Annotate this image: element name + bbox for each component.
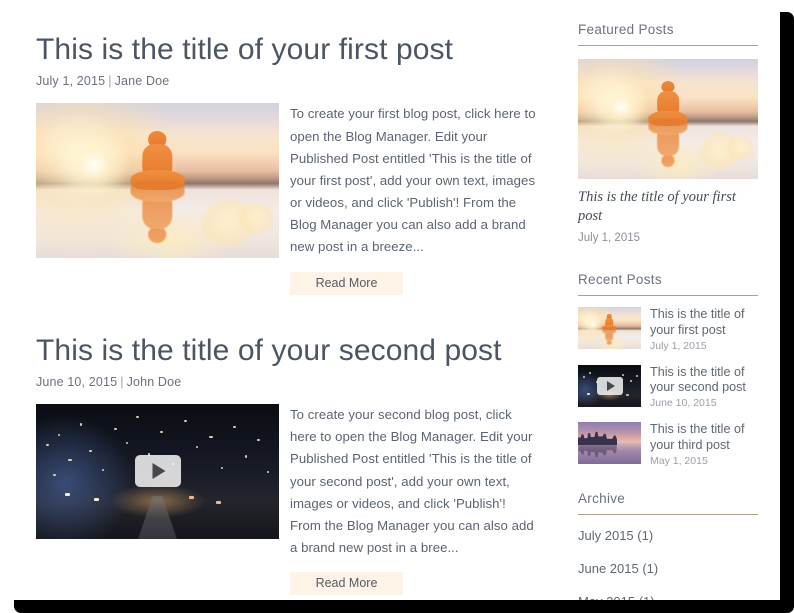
bokeh-light-small (727, 135, 755, 160)
archive-item-july[interactable]: July 2015 (1) (578, 519, 758, 552)
recent-post-title[interactable]: This is the title of your first post (650, 307, 758, 339)
post-author: Jane Doe (114, 74, 170, 89)
post-meta: June 10, 2015 | John Doe (36, 375, 536, 389)
figure-legs-reflection (648, 119, 688, 136)
post-cover-image[interactable] (36, 103, 279, 259)
widget-title: Recent Posts (578, 271, 662, 287)
featured-post-thumbnail[interactable] (578, 59, 758, 179)
widget-divider (578, 514, 758, 515)
night-city-traffic-thumb (578, 364, 641, 407)
recent-post-item[interactable]: This is the title of your third post May… (578, 422, 758, 467)
archive-widget: Archive July 2015 (1) June 2015 (1) May … (578, 491, 758, 600)
archive-item-june[interactable]: June 2015 (1) (578, 552, 758, 585)
frame-shadow-right (780, 12, 794, 613)
widget-title: Archive (578, 491, 626, 506)
featured-posts-widget: Featured Posts This is the title of your… (578, 22, 758, 244)
post-title[interactable]: This is the title of your first post (36, 32, 536, 67)
post-body: To create your first blog post, click he… (36, 103, 536, 295)
recent-post-date: May 1, 2015 (650, 455, 708, 467)
post-cover-video[interactable] (36, 403, 279, 539)
featured-post-title[interactable]: This is the title of your first post (578, 188, 758, 227)
post-title[interactable]: This is the title of your second post (36, 333, 536, 368)
meditating-figure-reflection (130, 180, 185, 243)
blog-post-2: This is the title of your second post Ju… (36, 333, 536, 596)
blog-post-1: This is the title of your first post Jul… (36, 0, 536, 295)
archive-list: July 2015 (1) June 2015 (1) May 2015 (1) (578, 519, 758, 600)
sun-glow (50, 137, 139, 194)
meta-separator: | (120, 374, 124, 389)
meta-separator: | (108, 74, 112, 89)
city-skyline-reflection (578, 444, 617, 458)
figure-legs-reflection (602, 327, 617, 334)
blog-page-canvas: This is the title of your first post Jul… (0, 0, 780, 600)
dusk-cityscape-thumb (578, 422, 641, 465)
featured-post-date: July 1, 2015 (578, 231, 641, 244)
recent-post-title[interactable]: This is the title of your second post (650, 365, 758, 397)
recent-post-date: July 1, 2015 (650, 339, 707, 352)
blog-post-list: This is the title of your first post Jul… (36, 0, 536, 600)
recent-post-thumbnail[interactable] (578, 422, 641, 465)
recent-posts-list: This is the title of your first post Jul… (578, 306, 758, 467)
post-date: June 10, 2015 (36, 374, 118, 389)
figure-legs-reflection (130, 180, 185, 202)
widget-divider (578, 294, 758, 296)
sun-glow (581, 316, 605, 332)
widget-title: Featured Posts (578, 22, 674, 37)
post-date: July 1, 2015 (36, 74, 106, 89)
recent-post-text: This is the title of your third post May… (650, 422, 758, 467)
recent-post-title[interactable]: This is the title of your third post (650, 422, 758, 454)
recent-posts-widget: Recent Posts This is the title of your f… (578, 272, 758, 467)
post-text-column: To create your first blog post, click he… (290, 103, 536, 295)
recent-post-thumbnail[interactable] (578, 306, 641, 349)
page-frame: This is the title of your first post Jul… (0, 0, 794, 613)
night-city-traffic-video (36, 403, 279, 539)
post-excerpt: To create your second blog post, click h… (290, 406, 534, 556)
sun-glow (588, 85, 654, 129)
sunset-meditation-thumb (578, 306, 641, 349)
post-meta: July 1, 2015 | Jane Doe (36, 74, 536, 88)
sunset-meditation-photo (578, 59, 758, 179)
sidebar: Featured Posts This is the title of your… (578, 22, 758, 600)
meditating-figure-reflection (648, 119, 688, 167)
widget-divider (578, 45, 758, 46)
recent-post-text: This is the title of your first post Jul… (650, 307, 758, 352)
meditating-figure-reflection (602, 327, 617, 345)
recent-post-text: This is the title of your second post Ju… (650, 365, 758, 410)
recent-post-thumbnail[interactable] (578, 364, 641, 407)
post-author: John Doe (126, 374, 182, 389)
play-icon[interactable] (134, 455, 181, 488)
recent-post-date: June 10, 2015 (650, 397, 717, 410)
play-icon[interactable] (596, 376, 623, 395)
read-more-button[interactable]: Read More (290, 271, 403, 295)
recent-post-item[interactable]: This is the title of your first post Jul… (578, 306, 758, 352)
frame-shadow-bottom (14, 600, 794, 613)
read-more-button[interactable]: Read More (290, 572, 403, 596)
recent-post-item[interactable]: This is the title of your second post Ju… (578, 364, 758, 410)
archive-item-may[interactable]: May 2015 (1) (578, 585, 758, 600)
sunset-meditation-photo (36, 103, 279, 259)
post-excerpt: To create your first blog post, click he… (290, 106, 536, 255)
post-body: To create your second blog post, click h… (36, 403, 536, 596)
city-skyline (578, 431, 618, 445)
post-text-column: To create your second blog post, click h… (290, 404, 536, 596)
bokeh-light-small (237, 202, 275, 234)
